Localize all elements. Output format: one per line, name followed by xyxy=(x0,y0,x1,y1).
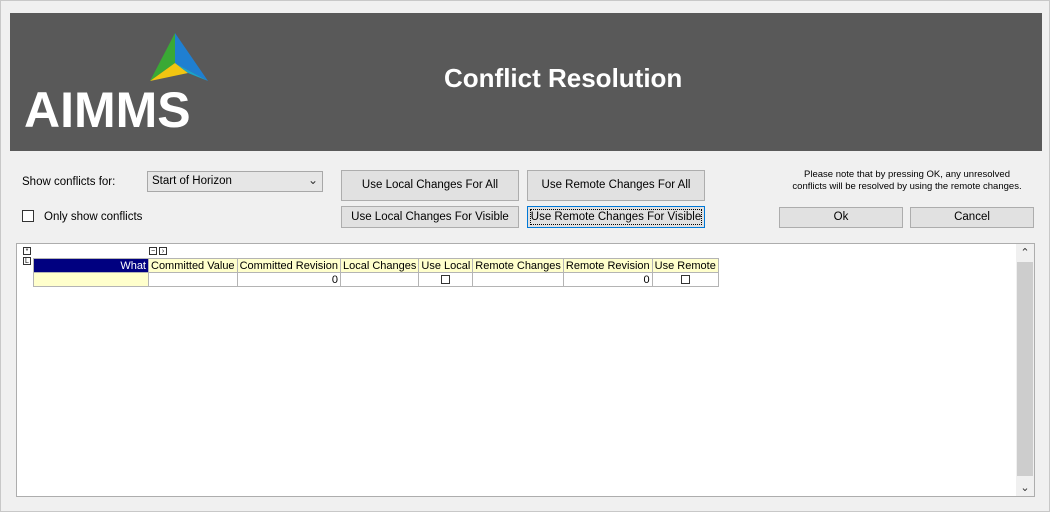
scroll-up-icon[interactable]: ⌃ xyxy=(1016,246,1034,259)
table-row: 0 0 xyxy=(33,272,719,287)
use-local-changes-all-button[interactable]: Use Local Changes For All xyxy=(341,170,519,201)
column-header-remote-revision[interactable]: Remote Revision xyxy=(562,258,653,273)
column-header-committed-value[interactable]: Committed Value xyxy=(148,258,238,273)
scroll-down-icon[interactable]: ⌄ xyxy=(1016,481,1034,494)
column-header-use-local[interactable]: Use Local xyxy=(418,258,474,273)
dropdown-value: Start of Horizon xyxy=(152,175,232,187)
ok-note: Please note that by pressing OK, any unr… xyxy=(779,169,1035,193)
column-header-use-remote[interactable]: Use Remote xyxy=(651,258,719,273)
collapse-icon[interactable]: − xyxy=(149,247,157,255)
use-remote-checkbox[interactable] xyxy=(680,275,690,285)
use-remote-changes-visible-button[interactable]: Use Remote Changes For Visible xyxy=(527,206,705,228)
show-conflicts-dropdown[interactable]: Start of Horizon ⌄ xyxy=(147,171,323,192)
next-icon[interactable]: › xyxy=(159,247,167,255)
only-show-conflicts-checkbox[interactable] xyxy=(22,210,34,222)
expand-all-icon[interactable]: * xyxy=(23,247,31,255)
cell-use-local xyxy=(418,272,474,287)
aimms-logo-icon xyxy=(150,33,208,81)
cell-local-changes[interactable] xyxy=(339,272,420,287)
page-title: Conflict Resolution xyxy=(444,63,683,93)
chevron-down-icon: ⌄ xyxy=(307,173,318,187)
column-header-what[interactable]: What xyxy=(33,258,149,273)
aimms-logo-text: AIMMS xyxy=(24,82,191,138)
header-banner: AIMMS Conflict Resolution xyxy=(10,13,1042,151)
use-remote-changes-all-button[interactable]: Use Remote Changes For All xyxy=(527,170,705,201)
dialog-window: AIMMS Conflict Resolution Show conflicts… xyxy=(0,0,1050,512)
note-line-2: conflicts will be resolved by using the … xyxy=(792,181,1022,192)
conflicts-table: What Committed Value Committed Revision … xyxy=(33,258,719,287)
use-local-changes-visible-button[interactable]: Use Local Changes For Visible xyxy=(341,206,519,228)
table-header-row: What Committed Value Committed Revision … xyxy=(33,258,719,273)
layout-icon[interactable]: L xyxy=(23,257,31,265)
cell-remote-revision[interactable]: 0 xyxy=(562,272,653,287)
note-line-1: Please note that by pressing OK, any unr… xyxy=(804,169,1010,180)
focus-ring xyxy=(530,209,702,225)
conflicts-table-panel: * L − › What Committed Value Committed R… xyxy=(16,243,1035,497)
column-header-local-changes[interactable]: Local Changes xyxy=(339,258,420,273)
only-show-conflicts-label: Only show conflicts xyxy=(44,211,143,223)
use-local-checkbox[interactable] xyxy=(441,275,451,285)
column-header-remote-changes[interactable]: Remote Changes xyxy=(472,258,564,273)
ok-button[interactable]: Ok xyxy=(779,207,903,228)
scrollbar-thumb[interactable] xyxy=(1017,262,1033,476)
show-conflicts-label: Show conflicts for: xyxy=(22,176,116,188)
cell-what[interactable] xyxy=(33,272,149,287)
cell-committed-revision[interactable]: 0 xyxy=(236,272,341,287)
cancel-button[interactable]: Cancel xyxy=(910,207,1034,228)
column-header-committed-revision[interactable]: Committed Revision xyxy=(236,258,341,273)
cell-committed-value[interactable] xyxy=(148,272,238,287)
vertical-scrollbar[interactable]: ⌃ ⌄ xyxy=(1016,244,1034,496)
cell-use-remote xyxy=(651,272,719,287)
cell-remote-changes[interactable] xyxy=(472,272,564,287)
